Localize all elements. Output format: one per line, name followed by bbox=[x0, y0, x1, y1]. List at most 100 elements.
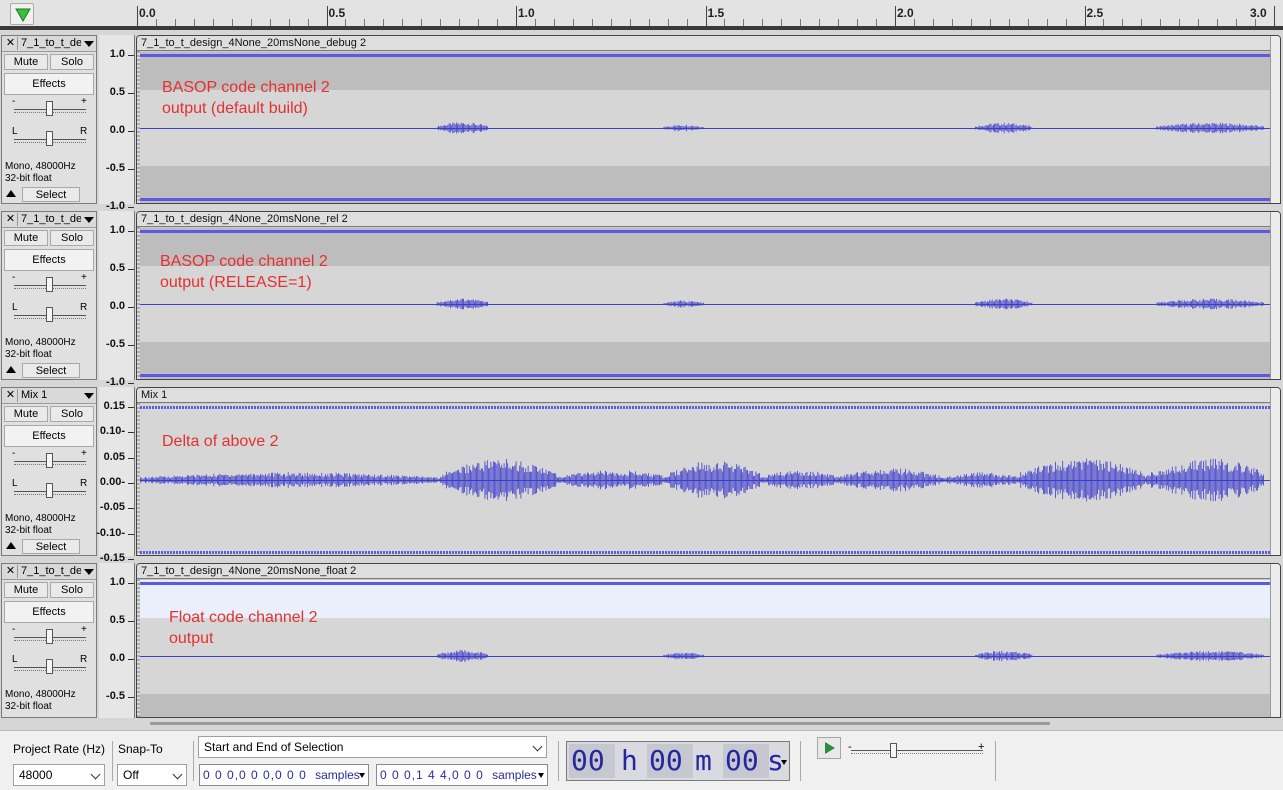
solo-button[interactable]: Solo bbox=[50, 54, 94, 70]
chevron-down-icon[interactable] bbox=[84, 393, 94, 399]
clip-right-edge[interactable] bbox=[1270, 212, 1280, 379]
slider-thumb[interactable] bbox=[46, 659, 53, 674]
slider-thumb[interactable] bbox=[46, 453, 53, 468]
ruler-minor-tick bbox=[1255, 19, 1257, 26]
scale-tick bbox=[128, 93, 134, 94]
effects-button[interactable]: Effects bbox=[4, 601, 94, 623]
vertical-scale[interactable]: 1.0 0.5 0.0 -0.5 bbox=[99, 563, 135, 718]
slider-thumb[interactable] bbox=[46, 101, 53, 116]
chevron-down-icon[interactable] bbox=[84, 41, 94, 47]
snap-to-select[interactable]: Off bbox=[117, 764, 187, 786]
slider-thumb[interactable] bbox=[46, 131, 53, 146]
select-track-button[interactable]: Select bbox=[22, 187, 80, 202]
mute-button[interactable]: Mute bbox=[4, 582, 48, 598]
ruler-tick-label: 1.0 bbox=[518, 6, 535, 20]
audio-position-display[interactable]: 00 h 00 m 00 s bbox=[566, 741, 790, 781]
select-track-button[interactable]: Select bbox=[22, 363, 80, 378]
ruler-minor-tick bbox=[819, 19, 821, 26]
slider-thumb[interactable] bbox=[890, 743, 897, 758]
track-name-menu[interactable]: 7_1_to_t_de bbox=[21, 37, 81, 50]
effects-button[interactable]: Effects bbox=[4, 73, 94, 95]
ruler-minor-tick bbox=[269, 19, 271, 26]
gain-slider[interactable]: - + bbox=[12, 624, 88, 646]
waveform-clip[interactable]: 7_1_to_t_design_4None_20msNone_debug 2 BA… bbox=[136, 35, 1281, 204]
close-track-button[interactable]: ✕ bbox=[4, 213, 18, 226]
ruler-minor-tick bbox=[762, 19, 764, 26]
time-hours-unit: h bbox=[621, 744, 638, 777]
dropdown-arrow-icon[interactable] bbox=[359, 773, 365, 778]
waveform-clip[interactable]: Mix 1 Delta of above 2 bbox=[136, 387, 1281, 556]
speed-plus-label: + bbox=[978, 741, 985, 753]
track-name-menu[interactable]: 7_1_to_t_de bbox=[21, 565, 81, 578]
waveform-path bbox=[436, 298, 1264, 310]
track-name-menu[interactable]: Mix 1 bbox=[21, 389, 81, 402]
solo-button[interactable]: Solo bbox=[50, 406, 94, 422]
collapse-track-icon[interactable] bbox=[4, 187, 18, 201]
ruler-major-tick bbox=[137, 6, 138, 26]
close-track-button[interactable]: ✕ bbox=[4, 565, 18, 578]
selection-mode-select[interactable]: Start and End of Selection bbox=[198, 736, 547, 758]
chevron-down-icon[interactable] bbox=[84, 217, 94, 223]
chevron-down-icon bbox=[90, 769, 101, 780]
ruler-minor-tick bbox=[288, 19, 290, 26]
audacity-window: 0.0 0.5 1.0 1.5 2.0 2.5 3.0 ✕ 7_1_to_t_de Mute So… bbox=[0, 0, 1283, 790]
play-at-speed-button[interactable] bbox=[817, 737, 841, 759]
collapse-track-icon[interactable] bbox=[4, 363, 18, 377]
selection-start-field[interactable]: 0 0 0,0 0 0,0 0 0 samples bbox=[199, 764, 369, 786]
ruler-minor-tick bbox=[1122, 19, 1124, 26]
close-track-button[interactable]: ✕ bbox=[4, 389, 18, 402]
effects-button[interactable]: Effects bbox=[4, 425, 94, 447]
mute-button[interactable]: Mute bbox=[4, 54, 48, 70]
track-header: ✕ 7_1_to_t_de bbox=[2, 36, 96, 52]
pan-slider[interactable]: LR bbox=[12, 654, 88, 676]
play-speed-slider[interactable]: - + bbox=[848, 739, 988, 761]
vertical-scale[interactable]: 0.15 0.10- 0.05 0.00- -0.05 -0.10- -0.15 bbox=[96, 387, 135, 564]
collapse-track-icon[interactable] bbox=[4, 539, 18, 553]
track-control-panel: ✕ Mix 1 Mute Solo Effects - + L R Mono, 48000Hz 32… bbox=[1, 387, 97, 556]
mute-button[interactable]: Mute bbox=[4, 230, 48, 246]
effects-button[interactable]: Effects bbox=[4, 249, 94, 271]
slider-thumb[interactable] bbox=[46, 277, 53, 292]
gain-slider[interactable]: - + bbox=[12, 448, 88, 470]
mute-button[interactable]: Mute bbox=[4, 406, 48, 422]
track-header: ✕ 7_1_to_t_de bbox=[2, 564, 96, 580]
dropdown-arrow-icon[interactable] bbox=[538, 773, 544, 778]
pan-left-label: L bbox=[12, 478, 18, 489]
track-name-menu[interactable]: 7_1_to_t_de bbox=[21, 213, 81, 226]
clip-right-edge[interactable] bbox=[1270, 36, 1280, 203]
clip-right-edge[interactable] bbox=[1270, 564, 1280, 717]
pan-slider[interactable]: LR bbox=[12, 126, 88, 148]
waveform-clip[interactable]: 7_1_to_t_design_4None_20msNone_rel 2 BASO… bbox=[136, 211, 1281, 380]
ruler-minor-tick bbox=[572, 19, 574, 26]
project-rate-label: Project Rate (Hz) bbox=[13, 742, 106, 756]
ruler-minor-tick bbox=[364, 19, 366, 26]
gain-slider[interactable]: - + bbox=[12, 96, 88, 118]
clip-right-edge[interactable] bbox=[1270, 388, 1280, 555]
vertical-scale[interactable]: 1.0 0.5 0.0 -0.5 -1.0 bbox=[99, 35, 135, 212]
close-track-button[interactable]: ✕ bbox=[4, 37, 18, 50]
timeline-ruler[interactable]: 0.0 0.5 1.0 1.5 2.0 2.5 3.0 bbox=[0, 0, 1283, 30]
track-format-depth: 32-bit float bbox=[5, 525, 52, 536]
vertical-scale[interactable]: 1.0 0.5 0.0 -0.5 -1.0 bbox=[99, 211, 135, 388]
pan-slider[interactable]: LR bbox=[12, 302, 88, 324]
chevron-down-icon[interactable] bbox=[84, 569, 94, 575]
ruler-minor-tick bbox=[250, 19, 252, 26]
selection-end-field[interactable]: 0 0 0,1 4 4,0 0 0 samples bbox=[376, 764, 548, 786]
pan-slider[interactable]: LR bbox=[12, 478, 88, 500]
gain-slider[interactable]: - + bbox=[12, 272, 88, 294]
slider-thumb[interactable] bbox=[46, 307, 53, 322]
ruler-minor-tick bbox=[629, 19, 631, 26]
scale-tick bbox=[128, 432, 134, 434]
timeline-options-button[interactable] bbox=[10, 3, 34, 25]
slider-thumb[interactable] bbox=[46, 483, 53, 498]
scale-label: 0.10- bbox=[99, 425, 125, 438]
select-track-button[interactable]: Select bbox=[22, 539, 80, 554]
project-rate-select[interactable]: 48000 bbox=[13, 764, 105, 786]
horizontal-scrollbar[interactable] bbox=[150, 722, 1050, 725]
waveform-clip[interactable]: 7_1_to_t_design_4None_20msNone_float 2 Fl… bbox=[136, 563, 1281, 718]
dropdown-arrow-icon[interactable] bbox=[781, 760, 787, 765]
ruler-minor-tick bbox=[876, 19, 878, 26]
solo-button[interactable]: Solo bbox=[50, 230, 94, 246]
slider-thumb[interactable] bbox=[46, 629, 53, 644]
solo-button[interactable]: Solo bbox=[50, 582, 94, 598]
